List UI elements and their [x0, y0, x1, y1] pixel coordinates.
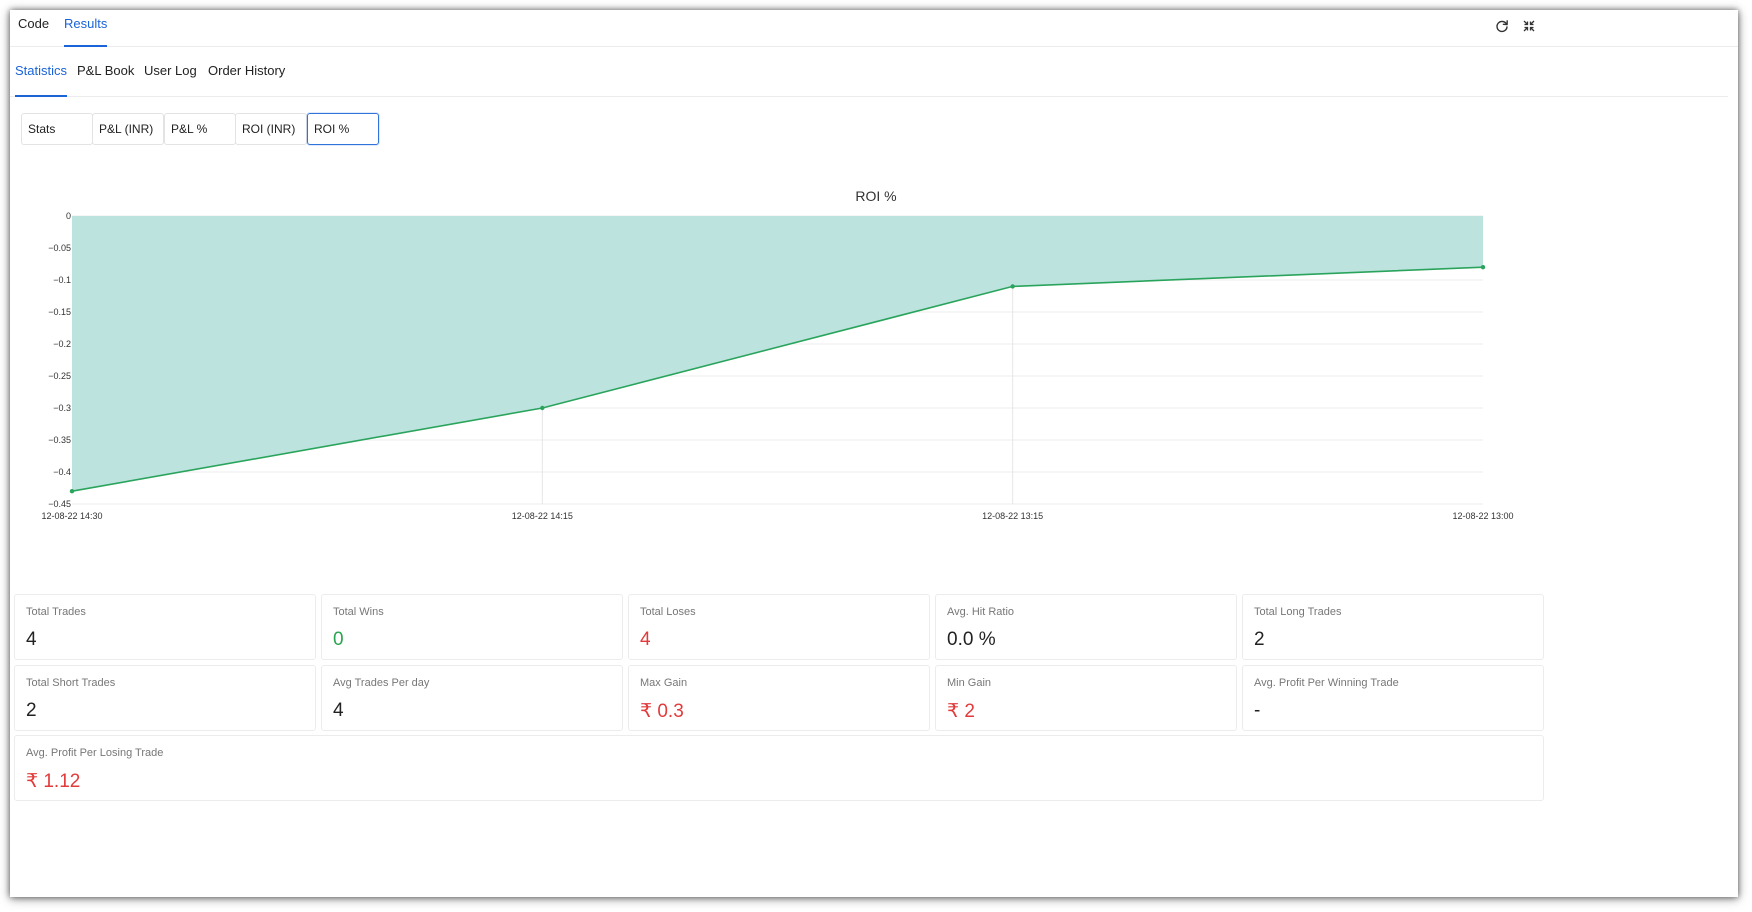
stat-card-total-long-trades: Total Long Trades 2 — [1242, 594, 1544, 660]
results-panel: Code Results Statistics P&L Book User Lo… — [10, 10, 1738, 897]
y-tick-label: −0.15 — [48, 307, 71, 317]
y-tick-label: −0.4 — [53, 467, 71, 477]
stat-value: 0.0 % — [947, 629, 996, 650]
y-tick-label: −0.3 — [53, 403, 71, 413]
stat-card-max-gain: Max Gain ₹ 0.3 — [628, 665, 930, 731]
x-tick-label: 12-08-22 13:15 — [982, 511, 1043, 521]
stat-value: 4 — [26, 629, 37, 650]
y-tick-label: −0.25 — [48, 371, 71, 381]
stat-card-avg-profit-winning: Avg. Profit Per Winning Trade - — [1242, 665, 1544, 731]
y-tick-label: −0.2 — [53, 339, 71, 349]
stat-value: ₹ 2 — [947, 701, 975, 722]
stat-label: Avg. Hit Ratio — [947, 606, 1015, 618]
stat-card-avg-profit-losing: Avg. Profit Per Losing Trade ₹ 1.12 — [14, 735, 1544, 801]
stat-card-total-wins: Total Wins 0 — [321, 594, 623, 660]
stat-value: - — [1254, 700, 1261, 721]
stat-value: 4 — [640, 629, 651, 650]
stat-label: Total Long Trades — [1254, 606, 1342, 618]
stat-label: Min Gain — [947, 677, 992, 689]
stat-label: Total Short Trades — [26, 677, 116, 689]
stat-value: 2 — [26, 700, 37, 721]
data-point — [69, 489, 75, 494]
x-tick-label: 12-08-22 14:15 — [512, 511, 573, 521]
stat-card-avg-trades-per-day: Avg Trades Per day 4 — [321, 665, 623, 731]
series-area — [72, 216, 1483, 492]
stat-card-total-trades: Total Trades 4 — [14, 594, 316, 660]
stat-label: Total Wins — [333, 606, 384, 618]
stat-card-min-gain: Min Gain ₹ 2 — [935, 665, 1237, 731]
y-tick-label: 0 — [66, 211, 71, 221]
data-point — [540, 405, 545, 411]
data-point — [1010, 284, 1015, 289]
y-tick-label: −0.05 — [48, 243, 71, 253]
stat-value: 4 — [333, 700, 344, 721]
x-tick-label: 12-08-22 13:00 — [1452, 511, 1513, 521]
y-tick-label: −0.45 — [48, 499, 71, 509]
stat-card-total-short-trades: Total Short Trades 2 — [14, 665, 316, 731]
stat-label: Total Loses — [640, 606, 696, 618]
x-tick-label: 12-08-22 14:30 — [41, 511, 102, 521]
stat-label: Max Gain — [640, 677, 688, 689]
stat-value: ₹ 0.3 — [640, 701, 684, 722]
stat-card-total-loses: Total Loses 4 — [628, 594, 930, 660]
y-tick-label: −0.35 — [48, 435, 71, 445]
stat-label: Avg. Profit Per Winning Trade — [1254, 677, 1399, 689]
stat-label: Avg. Profit Per Losing Trade — [26, 747, 164, 759]
stat-label: Avg Trades Per day — [333, 677, 430, 689]
stat-value: 2 — [1254, 629, 1265, 650]
data-point — [1480, 265, 1486, 270]
stat-label: Total Trades — [26, 606, 86, 618]
y-tick-label: −0.1 — [53, 275, 71, 285]
stat-card-avg-hit-ratio: Avg. Hit Ratio 0.0 % — [935, 594, 1237, 660]
stat-value: 0 — [333, 629, 344, 650]
roi-chart: 0 −0.05 −0.1 −0.15 −0.2 −0.25 −0.3 −0.35 −0.4 −0.… — [41, 211, 1513, 521]
stat-value: ₹ 1.12 — [26, 771, 81, 792]
